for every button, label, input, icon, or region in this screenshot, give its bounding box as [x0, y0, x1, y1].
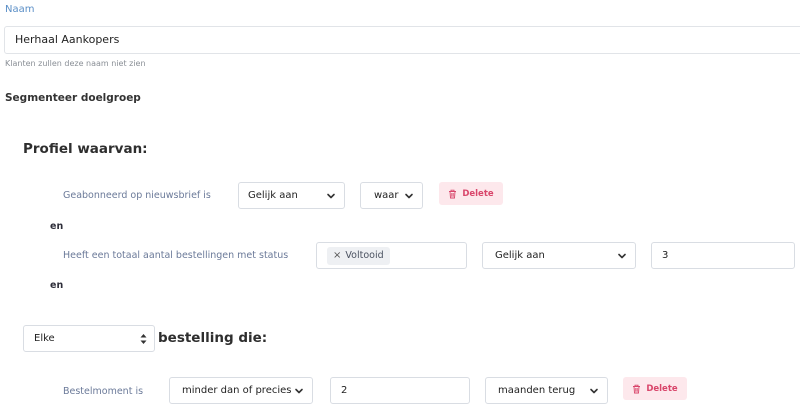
status-tag-label: Voltooid [345, 250, 384, 261]
condition-1-value: waar [374, 190, 399, 201]
name-field-label: Naam [5, 4, 35, 15]
segment-title: Segmenteer doelgroep [5, 92, 141, 104]
close-icon[interactable]: × [333, 250, 341, 261]
chevron-down-icon [405, 193, 413, 198]
condition-2-value-input[interactable]: 3 [651, 242, 795, 269]
trash-icon [449, 189, 457, 198]
condition-1-delete-button[interactable]: Delete [439, 182, 503, 205]
chevron-down-icon [327, 193, 335, 198]
connector-en-1: en [50, 221, 64, 232]
order-condition-label: Bestelmoment is [63, 386, 144, 397]
name-helper-text: Klanten zullen deze naam niet zien [5, 59, 146, 68]
updown-icon [140, 333, 147, 344]
condition-1-operator-select[interactable]: Gelijk aan [238, 182, 345, 209]
chevron-down-icon [618, 253, 626, 258]
condition-1-operator-value: Gelijk aan [248, 190, 298, 201]
delete-label: Delete [462, 188, 494, 199]
order-quantifier-value: Elke [34, 333, 55, 344]
order-condition-operator-value: minder dan of precies [182, 385, 292, 396]
chevron-down-icon [295, 388, 303, 393]
delete-label: Delete [646, 383, 678, 394]
trash-icon [633, 384, 641, 393]
order-quantifier-select[interactable]: Elke [23, 325, 155, 352]
connector-en-2: en [50, 280, 64, 291]
condition-1-label: Geabonneerd op nieuwsbrief is [63, 190, 211, 201]
condition-1-value-select[interactable]: waar [360, 182, 423, 209]
order-condition-operator-select[interactable]: minder dan of precies [169, 377, 313, 404]
name-input[interactable]: Herhaal Aankopers [4, 26, 800, 54]
condition-2-status-multiselect[interactable]: × Voltooid [316, 242, 467, 269]
condition-2-operator-value: Gelijk aan [495, 250, 545, 261]
order-condition-unit-select[interactable]: maanden terug [485, 377, 608, 404]
order-condition-unit-value: maanden terug [498, 385, 576, 396]
order-label: bestelling die: [158, 330, 268, 346]
order-condition-delete-button[interactable]: Delete [623, 377, 687, 400]
chevron-down-icon [590, 388, 598, 393]
status-tag[interactable]: × Voltooid [327, 246, 390, 265]
profile-title: Profiel waarvan: [23, 141, 148, 157]
condition-2-operator-select[interactable]: Gelijk aan [482, 242, 636, 269]
order-condition-value-input[interactable]: 2 [330, 377, 470, 404]
condition-2-label: Heeft een totaal aantal bestellingen met… [63, 250, 289, 261]
